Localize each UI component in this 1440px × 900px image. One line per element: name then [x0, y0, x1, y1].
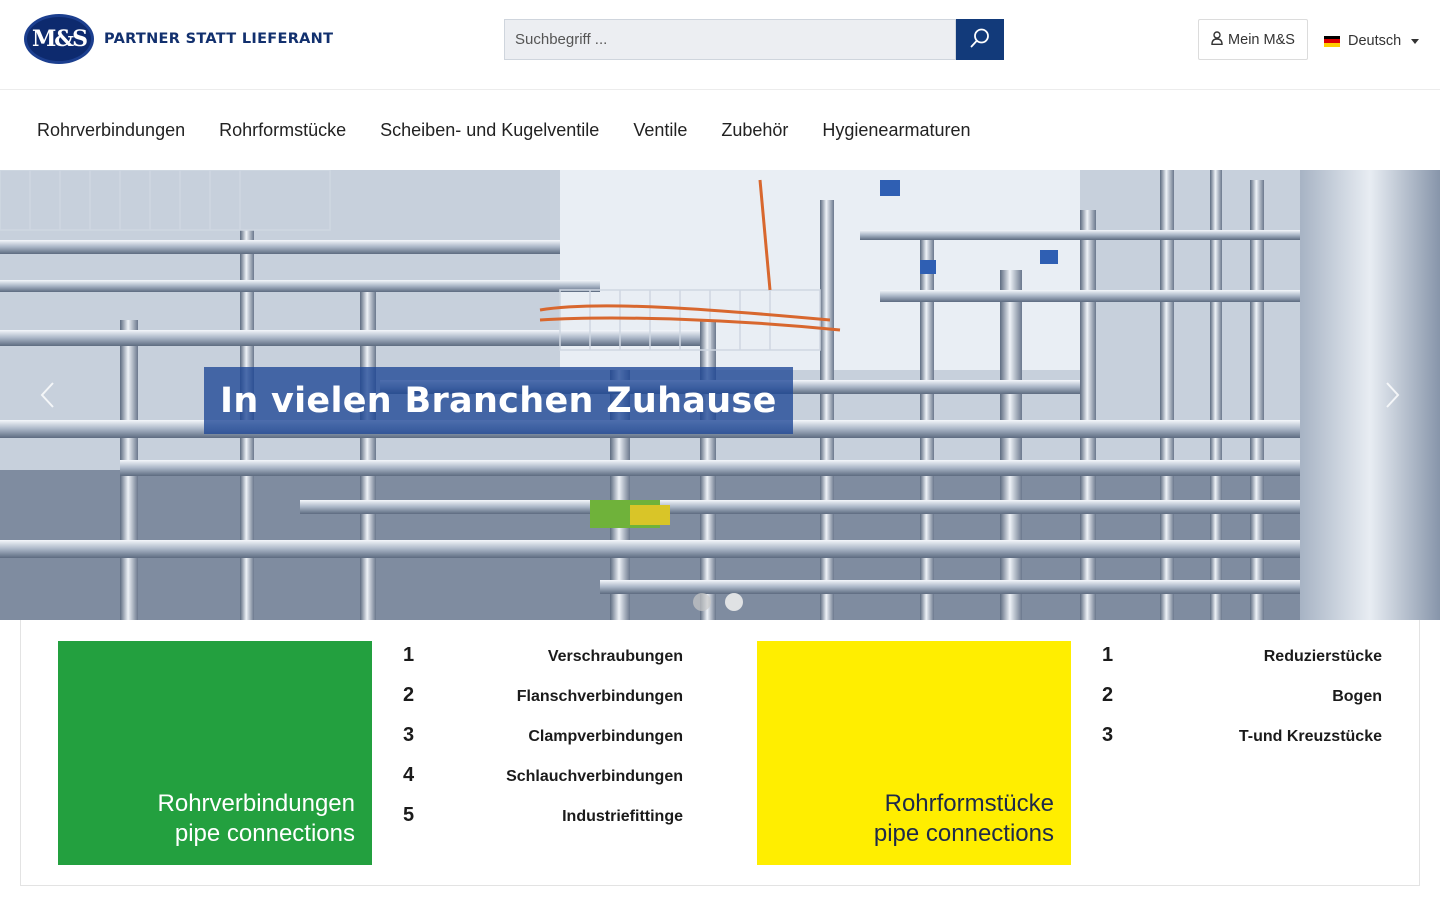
list-item[interactable]: 1 Reduzierstücke [1102, 644, 1382, 684]
category-tile-rohrformstuecke[interactable]: Rohrformstücke pipe connections [757, 641, 1071, 865]
category-tile-title: Rohrformstücke [884, 790, 1054, 817]
list-item-number: 2 [403, 684, 415, 706]
nav-item-zubehoer[interactable]: Zubehör [721, 120, 788, 141]
list-item-label: Flanschverbindungen [516, 688, 683, 705]
language-selector[interactable]: Deutsch [1324, 30, 1420, 52]
nav-item-ventile[interactable]: Ventile [633, 120, 687, 141]
category-tile-subtitle: pipe connections [873, 820, 1054, 847]
search-bar [504, 19, 1004, 60]
list-item-label: Verschraubungen [547, 648, 683, 665]
list-item[interactable]: 3 T-und Kreuzstücke [1102, 724, 1382, 764]
hero-caption: In vielen Branchen Zuhause [204, 367, 793, 434]
list-item-label: Clampverbindungen [528, 728, 683, 745]
list-item[interactable]: 2 Flanschverbindungen [403, 684, 683, 724]
carousel-prev-button[interactable] [30, 380, 64, 414]
logo-mark: M&S [31, 26, 88, 52]
list-item-number: 3 [1102, 724, 1114, 746]
carousel-next-button[interactable] [1376, 380, 1410, 414]
category-list-rohrformstuecke: 1 Reduzierstücke 2 Bogen 3 T-und Kreuzst… [1102, 644, 1382, 764]
list-item[interactable]: 5 Industriefittinge [403, 804, 683, 844]
list-item-number: 3 [403, 724, 415, 746]
list-item-label: Industriefittinge [562, 808, 683, 825]
hero-carousel: In vielen Branchen Zuhause [0, 170, 1440, 620]
list-item-number: 4 [403, 764, 415, 786]
list-item-number: 5 [403, 804, 415, 826]
search-icon [969, 27, 991, 52]
logo-badge: M&S [24, 14, 94, 64]
nav-item-rohrformstuecke[interactable]: Rohrformstücke [219, 120, 346, 141]
search-button[interactable] [956, 19, 1004, 60]
chevron-right-icon [1385, 381, 1401, 414]
chevron-down-icon [1411, 38, 1420, 44]
carousel-dot-2[interactable] [725, 593, 743, 611]
list-item[interactable]: 2 Bogen [1102, 684, 1382, 724]
category-panel: Rohrverbindungen pipe connections 1 Vers… [20, 620, 1420, 886]
carousel-indicators [693, 593, 743, 611]
list-item[interactable]: 4 Schlauchverbindungen [403, 764, 683, 804]
hero-caption-text: In vielen Branchen Zuhause [220, 380, 777, 421]
user-icon [1211, 30, 1223, 49]
list-item-number: 2 [1102, 684, 1114, 706]
language-label: Deutsch [1348, 33, 1402, 49]
list-item[interactable]: 3 Clampverbindungen [403, 724, 683, 764]
list-item-label: Schlauchverbindungen [506, 768, 683, 785]
search-input[interactable] [504, 19, 956, 60]
list-item[interactable]: 1 Verschraubungen [403, 644, 683, 684]
list-item-label: Reduzierstücke [1263, 648, 1382, 665]
nav-item-rohrverbindungen[interactable]: Rohrverbindungen [37, 120, 185, 141]
nav-item-scheiben-kugelventile[interactable]: Scheiben- und Kugelventile [380, 120, 599, 141]
category-list-rohrverbindungen: 1 Verschraubungen 2 Flanschverbindungen … [403, 644, 683, 844]
category-tile-subtitle: pipe connections [174, 820, 355, 847]
account-button[interactable]: Mein M&S [1198, 19, 1308, 60]
list-item-label: T-und Kreuzstücke [1238, 728, 1382, 745]
account-label: Mein M&S [1228, 31, 1295, 48]
flag-de-icon [1324, 35, 1340, 47]
carousel-dot-1[interactable] [693, 593, 711, 611]
list-item-label: Bogen [1332, 688, 1382, 705]
site-header: M&S PARTNER STATT LIEFERANT Mein M&S [0, 0, 1440, 90]
logo[interactable]: M&S PARTNER STATT LIEFERANT [24, 14, 333, 64]
nav-item-hygienearmaturen[interactable]: Hygienearmaturen [822, 120, 970, 141]
list-item-number: 1 [1102, 644, 1114, 666]
logo-tagline: PARTNER STATT LIEFERANT [104, 31, 334, 47]
main-nav: Rohrverbindungen Rohrformstücke Scheiben… [0, 91, 1440, 170]
category-tile-rohrverbindungen[interactable]: Rohrverbindungen pipe connections [58, 641, 372, 865]
list-item-number: 1 [403, 644, 415, 666]
chevron-left-icon [39, 381, 55, 414]
category-tile-title: Rohrverbindungen [157, 790, 355, 817]
